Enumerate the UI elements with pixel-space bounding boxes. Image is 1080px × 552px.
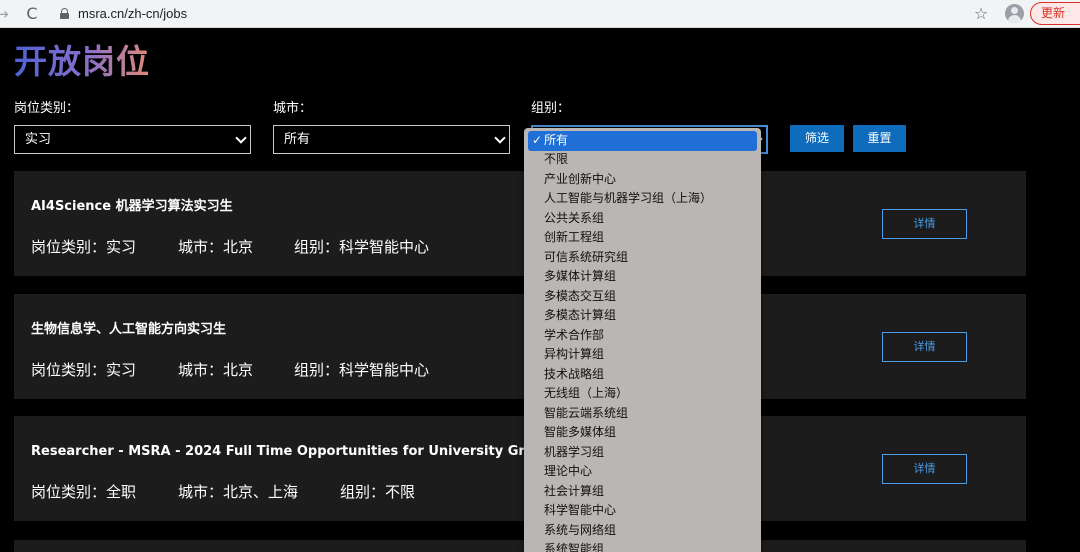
job-title[interactable]: 生物信息学、人工智能方向实习生 xyxy=(31,321,226,339)
category-select[interactable]: 实习 xyxy=(14,125,251,154)
job-detail-button[interactable]: 详情 xyxy=(882,454,967,484)
group-dropdown-list: ✓ 所有 不限 产业创新中心 人工智能与机器学习组（上海） 公共关系组 创新工程… xyxy=(524,128,761,552)
more-menu-icon: ⋮ xyxy=(1075,3,1080,24)
city-select[interactable]: 所有 xyxy=(273,125,510,154)
group-option[interactable]: 科学智能中心 xyxy=(524,501,761,521)
bookmark-star-icon[interactable]: ☆ xyxy=(972,3,990,25)
job-category: 岗位类别：实习 xyxy=(31,238,137,256)
group-option-label: 所有 xyxy=(544,133,569,147)
job-group: 组别：不限 xyxy=(340,483,416,501)
job-detail-button[interactable]: 详情 xyxy=(882,332,967,362)
job-title[interactable]: AI4Science 机器学习算法实习生 xyxy=(31,198,233,216)
group-option[interactable]: 多模态交互组 xyxy=(524,287,761,307)
job-city: 城市：北京 xyxy=(178,361,254,379)
job-city: 城市：北京、上海 xyxy=(178,483,299,501)
group-option-selected[interactable]: ✓ 所有 xyxy=(528,131,757,151)
group-option[interactable]: 创新工程组 xyxy=(524,228,761,248)
group-option[interactable]: 理论中心 xyxy=(524,462,761,482)
job-city: 城市：北京 xyxy=(178,238,254,256)
checkmark-icon: ✓ xyxy=(532,133,543,147)
chevron-down-icon xyxy=(235,132,247,144)
group-option[interactable]: 智能多媒体组 xyxy=(524,423,761,443)
job-card: 生物信息学、人工智能方向实习生 岗位类别：实习 城市：北京 组别：科学智能中心 … xyxy=(14,294,1026,399)
category-select-value: 实习 xyxy=(25,132,52,147)
job-group: 组别：科学智能中心 xyxy=(294,238,430,256)
group-option[interactable]: 可信系统研究组 xyxy=(524,248,761,268)
job-detail-button[interactable]: 详情 xyxy=(882,209,967,239)
city-select-value: 所有 xyxy=(284,132,311,147)
group-option[interactable]: 多媒体计算组 xyxy=(524,267,761,287)
group-option[interactable]: 人工智能与机器学习组（上海） xyxy=(524,189,761,209)
update-label: 更新 xyxy=(1041,6,1066,20)
group-option[interactable]: 多模态计算组 xyxy=(524,306,761,326)
group-option[interactable]: 系统智能组 xyxy=(524,540,761,552)
page-title: 开放岗位 xyxy=(14,40,150,84)
profile-avatar-icon[interactable] xyxy=(1005,4,1024,23)
job-card: AI4Science 机器学习算法实习生 岗位类别：实习 城市：北京 组别：科学… xyxy=(14,171,1026,276)
group-option[interactable]: 不限 xyxy=(524,150,761,170)
group-option[interactable]: 学术合作部 xyxy=(524,326,761,346)
job-category: 岗位类别：全职 xyxy=(31,483,137,501)
category-filter-label: 岗位类别： xyxy=(14,101,80,116)
group-option[interactable]: 异构计算组 xyxy=(524,345,761,365)
group-option[interactable]: 产业创新中心 xyxy=(524,170,761,190)
group-option[interactable]: 无线组（上海） xyxy=(524,384,761,404)
reset-button[interactable]: 重置 xyxy=(853,125,906,152)
job-card: Researcher - MSRA - 2024 Full Time Oppor… xyxy=(14,416,1026,521)
job-card xyxy=(14,540,1026,552)
filter-button[interactable]: 筛选 xyxy=(790,125,844,152)
chevron-down-icon xyxy=(494,132,506,144)
address-bar[interactable]: msra.cn/zh-cn/jobs xyxy=(78,5,187,23)
browser-toolbar: → C msra.cn/zh-cn/jobs ☆ 更新 ⋮ xyxy=(0,0,1080,28)
group-option[interactable]: 智能云端系统组 xyxy=(524,404,761,424)
group-option[interactable]: 公共关系组 xyxy=(524,209,761,229)
job-title[interactable]: Researcher - MSRA - 2024 Full Time Oppor… xyxy=(31,443,584,461)
group-option[interactable]: 技术战略组 xyxy=(524,365,761,385)
group-option[interactable]: 社会计算组 xyxy=(524,482,761,502)
job-category: 岗位类别：实习 xyxy=(31,361,137,379)
group-filter-label: 组别： xyxy=(531,101,571,116)
reload-icon[interactable]: C xyxy=(22,3,42,25)
forward-icon[interactable]: → xyxy=(0,4,12,24)
update-button[interactable]: 更新 ⋮ xyxy=(1030,2,1080,25)
group-option[interactable]: 机器学习组 xyxy=(524,443,761,463)
city-filter-label: 城市： xyxy=(273,101,313,116)
group-option[interactable]: 系统与网络组 xyxy=(524,521,761,541)
lock-icon[interactable] xyxy=(60,8,69,19)
job-group: 组别：科学智能中心 xyxy=(294,361,430,379)
